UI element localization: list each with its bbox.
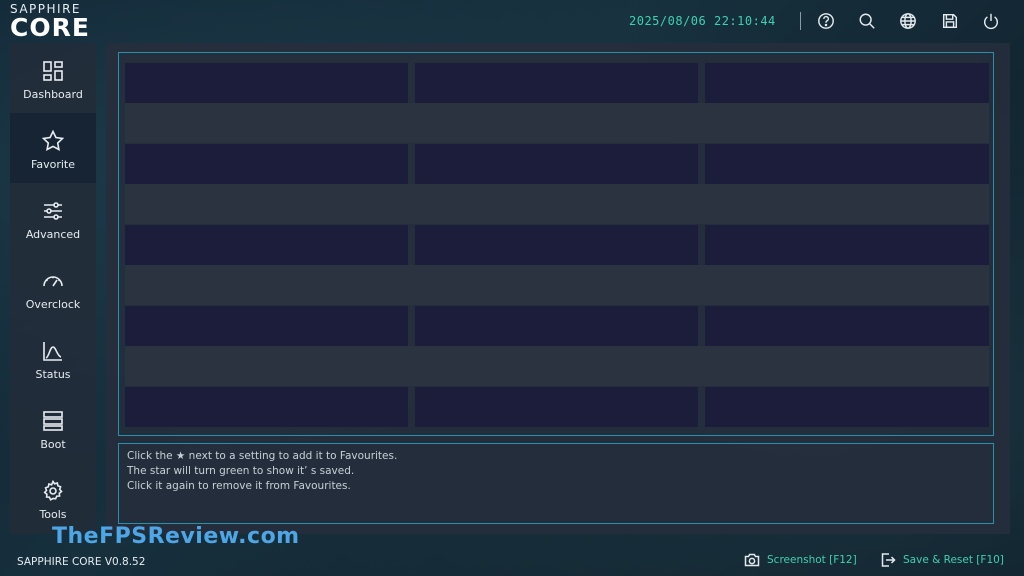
sidebar-item-label: Favorite [31, 158, 75, 171]
sidebar-nav: Dashboard Favorite Advanced Overclock St… [10, 43, 96, 534]
star-icon [41, 129, 65, 151]
favorite-slot[interactable] [705, 63, 989, 103]
sidebar-item-boot[interactable]: Boot [10, 393, 96, 463]
sidebar-item-tools[interactable]: Tools [10, 463, 96, 533]
favorite-slot[interactable] [125, 225, 408, 265]
sidebar-item-label: Overclock [25, 298, 81, 311]
watermark: TheFPSReview.com [52, 524, 300, 549]
help-icon[interactable] [816, 11, 836, 31]
gauge-icon [43, 276, 63, 287]
camera-icon [744, 553, 760, 567]
favorites-grid-frame [118, 52, 994, 436]
favorite-slot[interactable] [705, 225, 989, 265]
server-icon [43, 411, 63, 431]
help-text-line: Click the ★ next to a setting to add it … [127, 450, 398, 462]
favorites-grid [125, 63, 989, 429]
logo-brand-main: CORE [10, 13, 90, 42]
sidebar-item-label: Tools [39, 508, 67, 521]
datetime-display: 2025/08/06 22:10:44 [629, 14, 776, 28]
table-row-separator [125, 184, 989, 224]
sidebar-item-label: Dashboard [23, 88, 83, 101]
favorite-slot[interactable] [415, 387, 698, 427]
favorite-slot[interactable] [415, 144, 698, 184]
favorite-slot[interactable] [125, 63, 408, 103]
favorites-help-box: Click the ★ next to a setting to add it … [118, 443, 994, 524]
sidebar-item-favorite[interactable]: Favorite [10, 113, 96, 183]
favorite-slot[interactable] [125, 144, 408, 184]
favorite-slot[interactable] [705, 387, 989, 427]
globe-icon[interactable] [898, 11, 918, 31]
version-label: SAPPHIRE CORE V0.8.52 [17, 556, 146, 568]
table-row-separator [125, 346, 989, 386]
sapphire-core-logo: SAPPHIRE CORE [10, 2, 120, 40]
power-icon[interactable] [981, 11, 1001, 31]
favorite-slot[interactable] [125, 306, 408, 346]
screenshot-label: Screenshot [F12] [767, 554, 857, 566]
search-icon[interactable] [857, 11, 877, 31]
table-row [125, 306, 989, 346]
save-reset-label: Save & Reset [F10] [903, 554, 1004, 566]
favorite-slot[interactable] [415, 63, 698, 103]
sidebar-item-label: Boot [40, 438, 66, 451]
help-text-line: Click it again to remove it from Favouri… [127, 480, 351, 492]
sidebar-item-overclock[interactable]: Overclock [10, 253, 96, 323]
sidebar-item-label: Status [35, 368, 71, 381]
save-reset-button[interactable]: Save & Reset [F10] [880, 552, 1004, 568]
sidebar-item-advanced[interactable]: Advanced [10, 183, 96, 253]
favorite-slot[interactable] [415, 306, 698, 346]
sidebar-item-status[interactable]: Status [10, 323, 96, 393]
favorite-slot[interactable] [705, 144, 989, 184]
table-row-separator [125, 103, 989, 143]
help-text-line: The star will turn green to show it’ s s… [127, 465, 355, 477]
sliders-icon [44, 202, 62, 220]
favorite-slot[interactable] [705, 306, 989, 346]
table-row-separator [125, 265, 989, 305]
gear-icon [43, 479, 63, 501]
sidebar-item-label: Advanced [25, 228, 81, 241]
favorite-slot[interactable] [415, 225, 698, 265]
exit-icon [881, 553, 896, 567]
table-row [125, 387, 989, 427]
screenshot-button[interactable]: Screenshot [F12] [744, 552, 857, 568]
table-row [125, 225, 989, 265]
table-row [125, 144, 989, 184]
header-divider [800, 12, 801, 30]
favorite-slot[interactable] [125, 387, 408, 427]
table-row [125, 63, 989, 103]
chart-icon [43, 342, 62, 361]
save-icon[interactable] [940, 11, 960, 31]
sidebar-item-dashboard[interactable]: Dashboard [10, 43, 96, 113]
dashboard-icon [43, 61, 63, 81]
